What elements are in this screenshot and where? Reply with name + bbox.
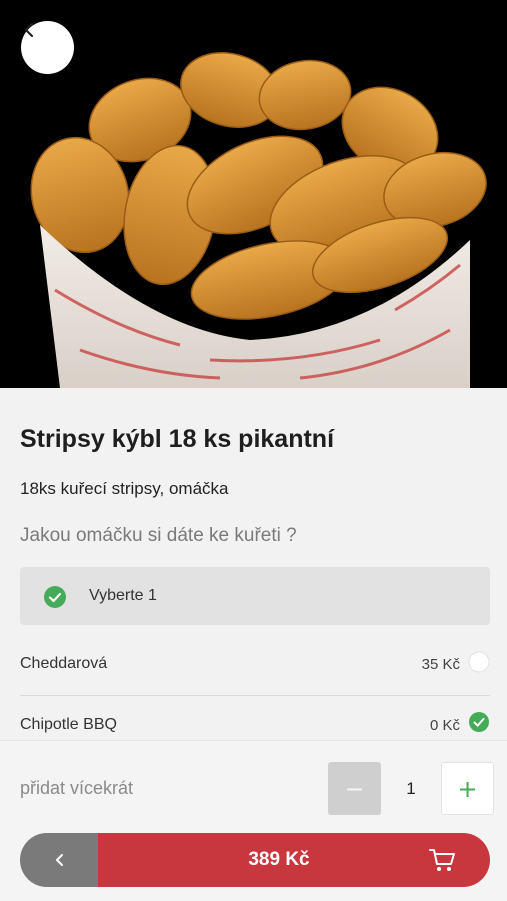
cart-icon bbox=[428, 847, 456, 876]
total-price: 389 Kč bbox=[248, 849, 310, 870]
radio-selected-check-icon[interactable] bbox=[468, 711, 490, 738]
requirement-label: Vyberte 1 bbox=[89, 587, 157, 604]
back-button[interactable] bbox=[21, 21, 74, 74]
bottom-bar: přidat vícekrát − 1 + 389 Kč bbox=[0, 740, 507, 901]
quantity-minus-button[interactable]: − bbox=[328, 762, 381, 815]
option-name: Chipotle BBQ bbox=[20, 716, 117, 733]
sauce-question: Jakou omáčku si dáte ke kuřeti ? bbox=[20, 525, 297, 546]
add-multiple-label: přidat vícekrát bbox=[20, 778, 134, 798]
option-cheddarova[interactable]: Cheddarová 35 Kč bbox=[20, 638, 490, 694]
product-description: 18ks kuřecí stripsy, omáčka bbox=[20, 479, 229, 498]
chicken-strips-bucket-illustration bbox=[30, 52, 487, 388]
product-details: Stripsy kýbl 18 ks pikantní 18ks kuřecí … bbox=[0, 388, 507, 740]
chevron-left-icon bbox=[56, 854, 63, 866]
requirement-box: Vyberte 1 bbox=[20, 567, 490, 625]
option-price: 0 Kč bbox=[429, 717, 460, 734]
quantity-value: 1 bbox=[406, 779, 416, 798]
option-price: 35 Kč bbox=[421, 656, 460, 673]
product-image bbox=[0, 0, 507, 388]
add-to-cart-button[interactable]: 389 Kč bbox=[98, 833, 490, 887]
radio-unselected-icon[interactable] bbox=[468, 651, 490, 678]
check-circle-icon bbox=[43, 585, 67, 614]
option-name: Cheddarová bbox=[20, 655, 108, 672]
chevron-left-icon bbox=[24, 22, 34, 38]
product-title: Stripsy kýbl 18 ks pikantní bbox=[20, 425, 335, 453]
quantity-plus-button[interactable]: + bbox=[441, 762, 494, 815]
